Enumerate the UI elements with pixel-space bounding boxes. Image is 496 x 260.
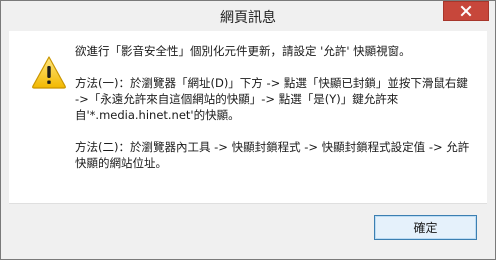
window-frame-left <box>1 31 9 252</box>
button-bar: 確定 <box>9 203 487 252</box>
close-icon <box>460 5 472 17</box>
message-content: 欲進行「影音安全性」個別化元件更新，請設定 '允許' 快顯視窗。 方法(一)：於… <box>9 31 487 203</box>
message-method-1: 方法(一)：於瀏覽器「網址(D)」下方 -> 點選「快顯已封鎖」並按下滑鼠右鍵 … <box>75 76 468 122</box>
message-dialog: 網頁訊息 欲進行「影音安全性」個別化元件更新，請設定 '允許' 快顯視窗。 方法… <box>0 0 496 260</box>
message-line-1: 欲進行「影音安全性」個別化元件更新，請設定 '允許' 快顯視窗。 <box>75 44 411 58</box>
ok-button[interactable]: 確定 <box>374 215 477 240</box>
warning-icon <box>32 56 66 89</box>
title-bar[interactable]: 網頁訊息 <box>1 1 495 31</box>
window-title: 網頁訊息 <box>220 10 276 26</box>
message-text: 欲進行「影音安全性」個別化元件更新，請設定 '允許' 快顯視窗。 方法(一)：於… <box>75 43 475 171</box>
window-frame-bottom <box>1 251 495 259</box>
window-frame-right <box>487 31 495 252</box>
close-button[interactable] <box>443 1 489 21</box>
message-method-2: 方法(二)：於瀏覽器內工具 -> 快顯封鎖程式 -> 快顯封鎖程式設定值 -> … <box>75 140 470 170</box>
